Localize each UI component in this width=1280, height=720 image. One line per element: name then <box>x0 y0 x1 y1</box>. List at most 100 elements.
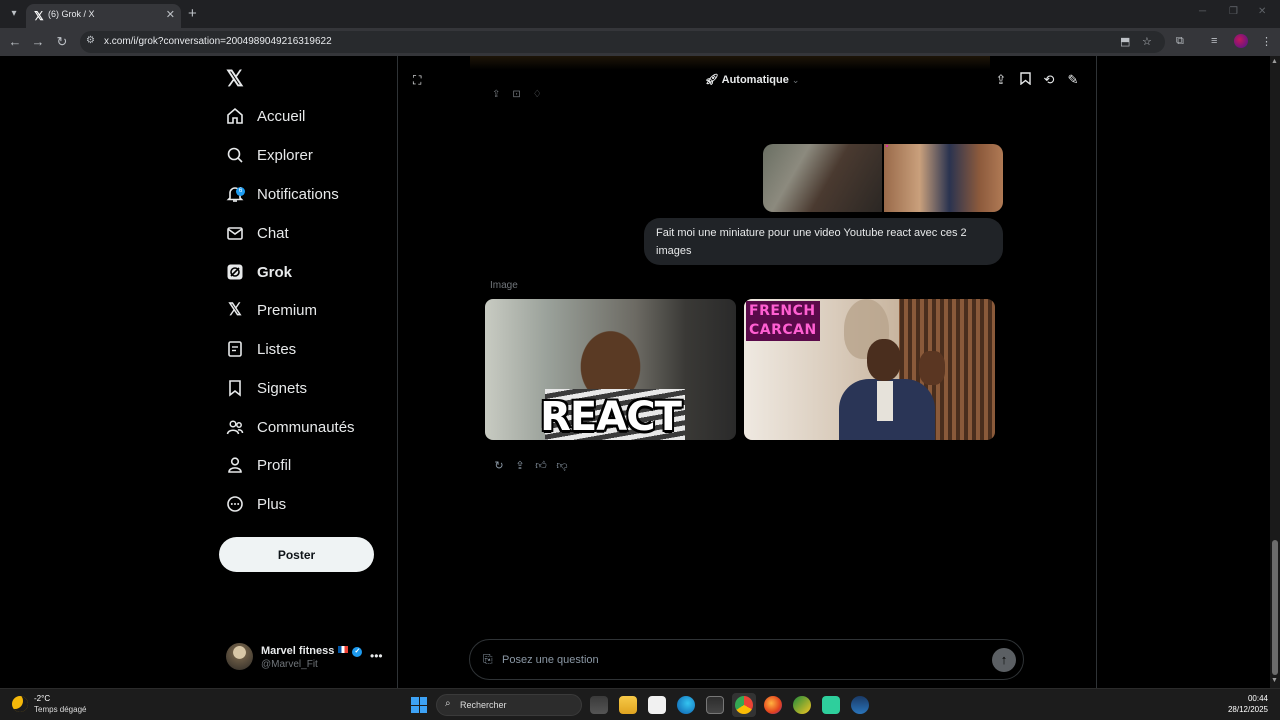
sidebar-item-accueil[interactable]: Accueil <box>226 101 305 131</box>
sidebar-item-explorer[interactable]: Explorer <box>226 140 313 170</box>
more-icon[interactable]: ••• <box>370 649 383 663</box>
scroll-up-icon[interactable]: ▲ <box>1271 58 1278 65</box>
x-logo-icon[interactable]: 𝕏 <box>226 66 244 92</box>
expand-icon[interactable]: ⛶ <box>413 73 421 88</box>
overlay-line-1: FRENCH <box>749 303 816 319</box>
sidebar-item-grok[interactable]: Grok <box>226 257 292 287</box>
share-icon[interactable]: ⇪ <box>513 459 527 473</box>
sidebar-item-listes[interactable]: Listes <box>226 334 296 364</box>
site-info-icon[interactable]: ⚙ <box>86 35 95 46</box>
forward-icon[interactable]: → <box>30 34 46 49</box>
question-input[interactable] <box>502 650 982 670</box>
bookmark-star-icon[interactable]: ☆ <box>1142 35 1152 48</box>
thumbs-up-icon[interactable]: 👍︎ <box>534 459 548 473</box>
tab-search-chevron-icon[interactable]: ▾ <box>6 6 22 22</box>
address-bar[interactable]: ⚙ x.com/i/grok?conversation=200498904921… <box>80 31 1165 53</box>
share-icon[interactable]: ⇪ <box>994 72 1008 88</box>
edge-icon[interactable] <box>677 696 695 714</box>
media-control-icon[interactable]: ≡ <box>1211 35 1217 47</box>
sidebar-item-label: Signets <box>257 379 308 397</box>
steam-icon[interactable] <box>851 696 869 714</box>
task-view-icon[interactable] <box>590 696 608 714</box>
sidebar-item-label: Plus <box>257 495 287 513</box>
android-app-icon[interactable] <box>822 696 840 714</box>
store-icon[interactable] <box>706 696 724 714</box>
sidebar-item-profil[interactable]: Profil <box>226 450 291 480</box>
sidebar-item-notifications[interactable]: 6 Notifications <box>226 179 339 209</box>
weather-desc[interactable]: Temps dégagé <box>34 705 86 714</box>
grok-icon <box>226 263 244 281</box>
mode-selector[interactable]: 🚀︎ Automatique ⌄ <box>705 73 799 86</box>
taskbar-search-label: Rechercher <box>460 700 507 710</box>
notepad-icon[interactable] <box>648 696 666 714</box>
windows-start-icon[interactable] <box>411 697 427 713</box>
send-arrow-icon[interactable]: ↑ <box>992 648 1016 672</box>
tab-close-icon[interactable]: ✕ <box>166 8 175 21</box>
generated-image-1[interactable]: REACT <box>485 299 736 440</box>
response-actions: ↻ ⇪ 👍︎ 👎︎ <box>492 459 569 473</box>
previous-message-actions: ⇪⊡♢ <box>492 89 554 100</box>
history-icon[interactable]: ⟲ <box>1042 72 1056 88</box>
sidebar-item-label: Chat <box>257 224 289 242</box>
browser-profile-avatar[interactable] <box>1234 34 1248 48</box>
chrome-icon[interactable] <box>735 696 753 714</box>
browser-tabbar: ▾ 𝕏 (6) Grok / X ✕ + ─ ❐ ✕ <box>0 0 1280 28</box>
new-tab-icon[interactable]: + <box>188 5 197 22</box>
attach-icon[interactable]: ⎘ <box>483 652 493 667</box>
back-icon[interactable]: ← <box>7 34 23 49</box>
extensions-icon[interactable]: ⧉ <box>1176 35 1184 48</box>
image-person <box>839 339 949 440</box>
bookmark-icon <box>226 379 244 397</box>
sidebar-item-communautes[interactable]: Communautés <box>226 412 355 442</box>
new-chat-icon[interactable]: ✎ <box>1066 72 1080 88</box>
attached-image-2[interactable] <box>884 144 1003 212</box>
sidebar-item-chat[interactable]: Chat <box>226 218 289 248</box>
attached-image-1[interactable] <box>763 144 882 212</box>
x-favicon-icon: 𝕏 <box>34 9 44 23</box>
file-explorer-icon[interactable] <box>619 696 637 714</box>
thumbs-down-icon[interactable]: 👎︎ <box>555 459 569 473</box>
scroll-down-icon[interactable]: ▼ <box>1271 677 1278 684</box>
verified-badge-icon: ✓ <box>352 647 363 657</box>
sidebar-item-signets[interactable]: Signets <box>226 373 307 403</box>
url-text[interactable]: x.com/i/grok?conversation=20049890492163… <box>104 36 332 47</box>
scroll-thumb[interactable] <box>1272 540 1278 675</box>
list-icon <box>226 340 244 358</box>
firefox-icon[interactable] <box>764 696 782 714</box>
browser-menu-icon[interactable]: ⋮ <box>1261 35 1272 48</box>
sidebar-item-premium[interactable]: 𝕏 Premium <box>226 295 317 325</box>
clock-time[interactable]: 00:44 <box>1248 694 1268 703</box>
home-icon <box>226 107 244 125</box>
generated-image-overlay-text: REACT <box>540 394 682 440</box>
browser-tab[interactable]: 𝕏 (6) Grok / X ✕ <box>26 4 181 28</box>
poster-button[interactable]: Poster <box>219 537 374 572</box>
profile-icon <box>226 456 244 474</box>
ask-box: ⎘ ↑ <box>469 639 1024 680</box>
chevron-down-icon: ⌄ <box>791 75 800 85</box>
regenerate-icon[interactable]: ↻ <box>492 459 506 473</box>
weather-temp[interactable]: -2°C <box>34 694 50 703</box>
reload-icon[interactable]: ↻ <box>54 34 70 50</box>
sidebar-item-plus[interactable]: Plus <box>226 489 286 519</box>
generated-image-2[interactable]: FRENCH CARCAN <box>744 299 995 440</box>
sidebar-item-label: Explorer <box>257 146 313 164</box>
account-switcher[interactable]: Marvel fitness ✓ @Marvel_Fit ••• <box>226 642 386 674</box>
browser-toolbar: ← → ↻ ⚙ x.com/i/grok?conversation=200498… <box>0 28 1280 56</box>
bookmark-icon[interactable] <box>1018 72 1032 88</box>
user-attached-images[interactable] <box>763 144 1003 212</box>
avatar <box>226 643 253 670</box>
generated-image-overlay-label: FRENCH CARCAN <box>746 301 820 341</box>
minimize-icon[interactable]: ─ <box>1199 6 1206 17</box>
clock-date[interactable]: 28/12/2025 <box>1228 705 1268 714</box>
close-window-icon[interactable]: ✕ <box>1258 6 1266 17</box>
taskbar-search[interactable]: ⌕ Rechercher <box>436 694 582 716</box>
rocket-icon: 🚀︎ <box>705 74 719 86</box>
app-icon[interactable] <box>793 696 811 714</box>
page-scrollbar[interactable]: ▲ ▼ <box>1270 56 1280 688</box>
weather-moon-icon[interactable] <box>12 696 28 712</box>
image-hand <box>919 351 945 385</box>
search-icon <box>226 146 244 164</box>
maximize-icon[interactable]: ❐ <box>1229 6 1238 17</box>
install-app-icon[interactable]: ⬒ <box>1120 35 1130 48</box>
bell-icon: 6 <box>226 185 245 203</box>
